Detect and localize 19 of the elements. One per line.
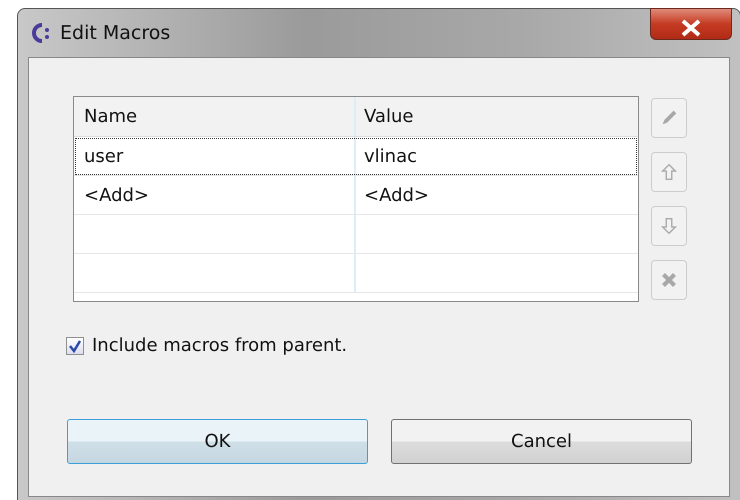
table-row[interactable]: user vlinac [74, 137, 638, 176]
table-cell-text: user [84, 144, 124, 168]
column-header[interactable]: Value [364, 103, 414, 130]
dialog-button[interactable]: Cancel [391, 419, 692, 464]
dialog-button[interactable]: OK [67, 419, 368, 464]
window-title: Edit Macros [60, 20, 170, 46]
down-arrow-icon [658, 215, 680, 237]
table-row[interactable] [74, 215, 638, 254]
column-header[interactable]: Name [84, 103, 138, 130]
table-cell-text: vlinac [364, 144, 417, 168]
close-button[interactable] [650, 8, 732, 40]
table-cell-text: <Add> [364, 184, 430, 208]
table-row[interactable]: <Add> <Add> [74, 176, 638, 215]
checkbox[interactable] [66, 336, 84, 354]
table-row[interactable] [74, 254, 638, 293]
up-arrow-icon [658, 161, 680, 183]
table-cell-text: <Add> [84, 184, 150, 208]
checkbox-label: Include macros from parent. [92, 334, 348, 358]
close-icon [680, 18, 702, 37]
